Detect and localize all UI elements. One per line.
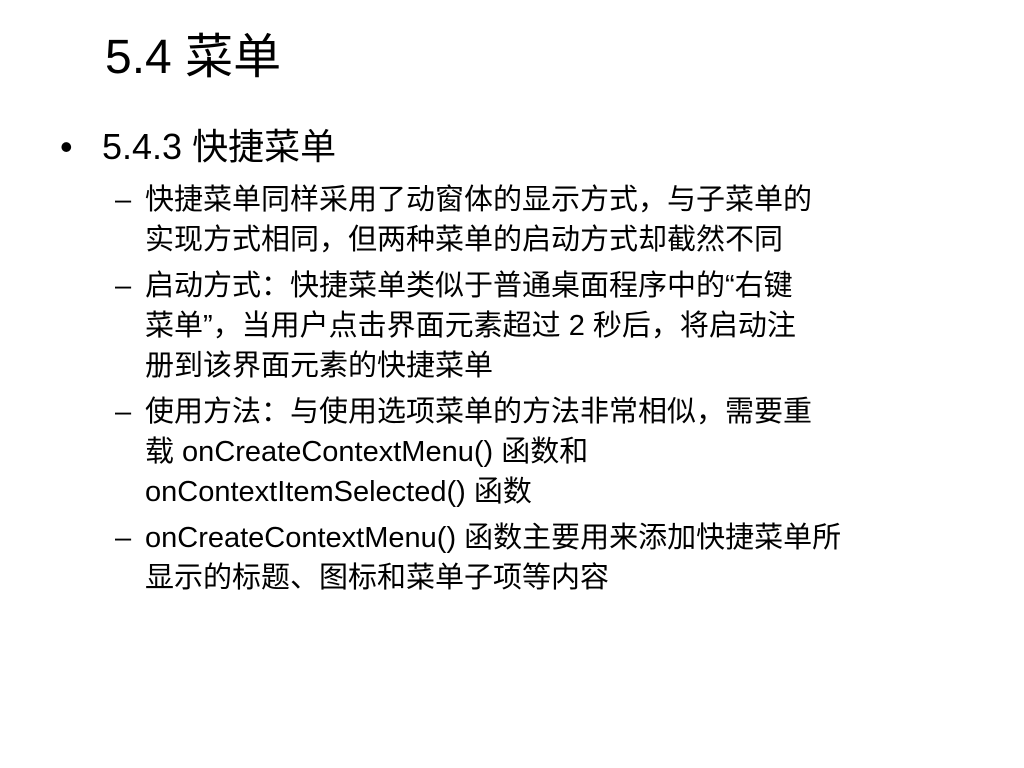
sub-bullet-item: – 快捷菜单同样采用了动窗体的显示方式，与子菜单的 实现方式相同，但两种菜单的启…	[115, 180, 945, 260]
dash-icon: –	[115, 184, 132, 216]
sub-bullet-text: 使用方法：与使用选项菜单的方法非常相似，需要重 载 onCreateContex…	[145, 396, 813, 508]
section-heading: 5.4.3 快捷菜单	[102, 126, 337, 167]
dash-icon: –	[115, 522, 132, 554]
sub-bullet-item: – 启动方式：快捷菜单类似于普通桌面程序中的“右键 菜单”，当用户点击界面元素超…	[115, 266, 945, 386]
slide-title: 5.4 菜单	[105, 31, 282, 84]
dash-icon: –	[115, 396, 132, 428]
bullet-icon: •	[60, 126, 73, 167]
sub-bullet-text: 快捷菜单同样采用了动窗体的显示方式，与子菜单的 实现方式相同，但两种菜单的启动方…	[145, 184, 813, 256]
dash-icon: –	[115, 270, 132, 302]
sub-bullet-item: – onCreateContextMenu() 函数主要用来添加快捷菜单所 显示…	[115, 518, 945, 598]
sub-bullet-list: – 快捷菜单同样采用了动窗体的显示方式，与子菜单的 实现方式相同，但两种菜单的启…	[115, 180, 945, 604]
sub-bullet-item: – 使用方法：与使用选项菜单的方法非常相似，需要重 载 onCreateCont…	[115, 392, 945, 512]
slide: 5.4 菜单 • 5.4.3 快捷菜单 – 快捷菜单同样采用了动窗体的显示方式，…	[0, 0, 1024, 768]
sub-bullet-text: onCreateContextMenu() 函数主要用来添加快捷菜单所 显示的标…	[145, 522, 842, 594]
sub-bullet-text: 启动方式：快捷菜单类似于普通桌面程序中的“右键 菜单”，当用户点击界面元素超过 …	[145, 270, 796, 382]
